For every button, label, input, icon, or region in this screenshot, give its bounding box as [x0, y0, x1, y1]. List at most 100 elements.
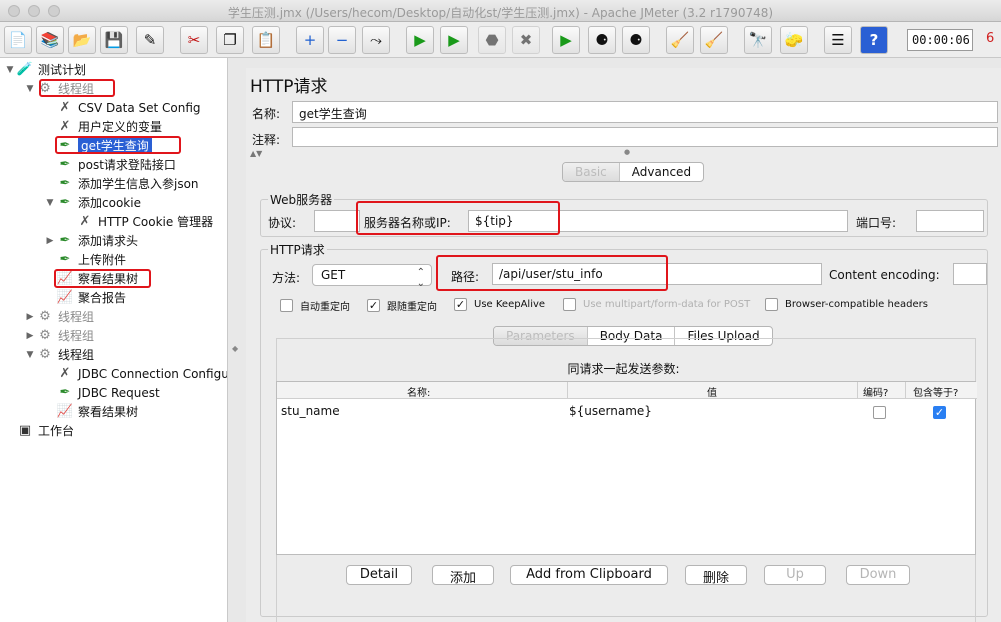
tree-node-label: CSV Data Set Config	[78, 100, 201, 115]
stop-button[interactable]: ⬣	[478, 26, 506, 54]
split-pane-divider[interactable]	[228, 58, 238, 622]
test-plan-tree[interactable]: ▼ 🧪 测试计划 ▼ ⚙ 线程组 ✗ CSV Data Set Config ✗ 用户定义的变量 ✒…	[0, 58, 228, 622]
help-button[interactable]: ?	[860, 26, 888, 54]
templates-button[interactable]: 📚	[36, 26, 64, 54]
config-element-icon: ✗	[59, 119, 71, 134]
option-checkbox-label: 跟随重定向	[387, 302, 437, 313]
toggle-button[interactable]: ⤳	[362, 26, 390, 54]
tree-node[interactable]: ▼ 🧪 测试计划	[4, 60, 86, 79]
clear-button[interactable]: 🧹	[666, 26, 694, 54]
expand-button[interactable]: +	[296, 26, 324, 54]
encode-checkbox[interactable]	[873, 406, 886, 419]
column-value[interactable]: 值	[707, 384, 717, 399]
tab-advanced[interactable]: Advanced	[620, 163, 703, 181]
option-checkbox-label: Browser-compatible headers	[785, 299, 928, 310]
copy-button[interactable]: ❐	[216, 26, 244, 54]
param-name-cell[interactable]: stu_name	[281, 404, 340, 418]
clear-all-button[interactable]: 🧹	[700, 26, 728, 54]
option-checkbox[interactable]: ✓ Use KeepAlive	[454, 298, 545, 311]
tree-node-label: JDBC Connection Configu	[78, 366, 228, 381]
protocol-label: 协议:	[268, 216, 297, 230]
tab-basic[interactable]: Basic	[563, 163, 620, 181]
save-as-icon: ✎	[143, 30, 157, 49]
option-checkbox: Use multipart/form-data for POST	[563, 298, 750, 311]
annotation-highlight	[356, 201, 560, 235]
option-checkbox-label: Use KeepAlive	[474, 299, 546, 310]
checkmark-icon: ✓	[454, 298, 467, 311]
column-divider	[905, 382, 906, 399]
collapsed-arrow-icon[interactable]: ▶	[24, 331, 36, 341]
protocol-field[interactable]	[314, 210, 360, 232]
clear-icon: 🧹	[670, 30, 690, 49]
paste-button[interactable]: 📋	[252, 26, 280, 54]
tree-node-label: 添加学生信息入参json	[78, 177, 199, 191]
tree-node[interactable]: ✒ JDBC Request	[44, 383, 160, 402]
option-checkbox[interactable]: 自动重定向	[280, 298, 350, 313]
save-as-button[interactable]: ✎	[136, 26, 164, 54]
tree-node[interactable]: ✒ 上传附件	[44, 250, 126, 269]
param-value-cell[interactable]: ${username}	[569, 404, 652, 418]
comment-field[interactable]	[292, 127, 998, 147]
tree-node[interactable]: ✗ CSV Data Set Config	[44, 98, 201, 117]
column-encode[interactable]: 编码?	[863, 384, 888, 399]
table-row[interactable]: stu_name ${username} ✓	[277, 402, 977, 422]
cut-button[interactable]: ✂	[180, 26, 208, 54]
tree-node[interactable]: ✗ 用户定义的变量	[44, 117, 162, 136]
column-divider	[857, 382, 858, 399]
tree-node-label: 添加请求头	[78, 234, 139, 248]
column-name[interactable]: 名称:	[407, 384, 430, 399]
tree-node[interactable]: ▼ ✒ 添加cookie	[44, 193, 141, 212]
parameters-table[interactable]: 名称: 值 编码? 包含等于? stu_name ${username} ✓	[276, 381, 977, 555]
add-from-clipboard-button[interactable]: Add from Clipboard	[510, 565, 668, 585]
tree-node[interactable]: ▶ ⚙ 线程组	[24, 307, 94, 326]
search-button[interactable]: 🔭	[744, 26, 772, 54]
collapsed-arrow-icon[interactable]: ▶	[44, 236, 56, 246]
collapse-arrows-icon[interactable]: ▲▼	[250, 149, 262, 158]
open-button[interactable]: 📂	[68, 26, 96, 54]
tree-node-label: 线程组	[58, 310, 95, 324]
function-helper-icon: ☰	[831, 30, 845, 49]
option-checkbox[interactable]: ✓ 跟随重定向	[367, 298, 437, 313]
delete-button[interactable]: 删除	[685, 565, 747, 586]
function-helper-button[interactable]: ☰	[824, 26, 852, 54]
include-equals-checkbox[interactable]: ✓	[933, 406, 946, 419]
add-button[interactable]: 添加	[432, 565, 494, 586]
tree-node[interactable]: ▶ ✒ 添加请求头	[44, 231, 138, 250]
port-field[interactable]	[916, 210, 984, 232]
remote-stop-button[interactable]: ⚈	[588, 26, 616, 54]
expanded-arrow-icon[interactable]: ▼	[24, 350, 36, 360]
method-select[interactable]: GET ⌃ ⌄	[312, 264, 432, 289]
expanded-arrow-icon[interactable]: ▼	[44, 198, 56, 208]
tree-node[interactable]: 📈 聚合报告	[44, 288, 126, 307]
tree-node[interactable]: ✗ HTTP Cookie 管理器	[64, 212, 214, 231]
content-encoding-field[interactable]	[953, 263, 987, 285]
drag-handle-icon[interactable]: ●	[624, 148, 630, 156]
new-button[interactable]: 📄	[4, 26, 32, 54]
tree-node[interactable]: ▶ ⚙ 线程组	[24, 326, 94, 345]
collapsed-arrow-icon[interactable]: ▶	[24, 312, 36, 322]
tree-node[interactable]: ✒ 添加学生信息入参json	[44, 174, 199, 193]
tree-node[interactable]: ▼ ⚙ 线程组	[24, 345, 94, 364]
detail-button[interactable]: Detail	[346, 565, 412, 585]
name-field[interactable]: get学生查询	[292, 101, 998, 123]
start-no-pause-button[interactable]: ▶	[440, 26, 468, 54]
tree-node[interactable]: ▣ 工作台	[4, 421, 74, 440]
tree-node[interactable]: ✗ JDBC Connection Configu	[44, 364, 228, 383]
remote-start-button[interactable]: ▶	[552, 26, 580, 54]
tree-node-label: HTTP Cookie 管理器	[98, 215, 214, 229]
tree-node[interactable]: 📈 察看结果树	[44, 402, 138, 421]
column-include-equals[interactable]: 包含等于?	[913, 384, 958, 399]
panel-title: HTTP请求	[250, 77, 328, 97]
save-button[interactable]: 💾	[100, 26, 128, 54]
start-button[interactable]: ▶	[406, 26, 434, 54]
tree-node[interactable]: ✒ post请求登陆接口	[44, 155, 176, 174]
expanded-arrow-icon[interactable]: ▼	[24, 84, 36, 94]
reset-search-button[interactable]: 🧽	[780, 26, 808, 54]
config-element-icon: ✗	[59, 100, 71, 115]
shutdown-button[interactable]: ✖	[512, 26, 540, 54]
expanded-arrow-icon[interactable]: ▼	[4, 65, 16, 75]
collapse-button[interactable]: −	[328, 26, 356, 54]
remote-shutdown-button[interactable]: ⚈	[622, 26, 650, 54]
option-checkbox[interactable]: Browser-compatible headers	[765, 298, 928, 311]
paste-icon: 📋	[256, 30, 276, 49]
